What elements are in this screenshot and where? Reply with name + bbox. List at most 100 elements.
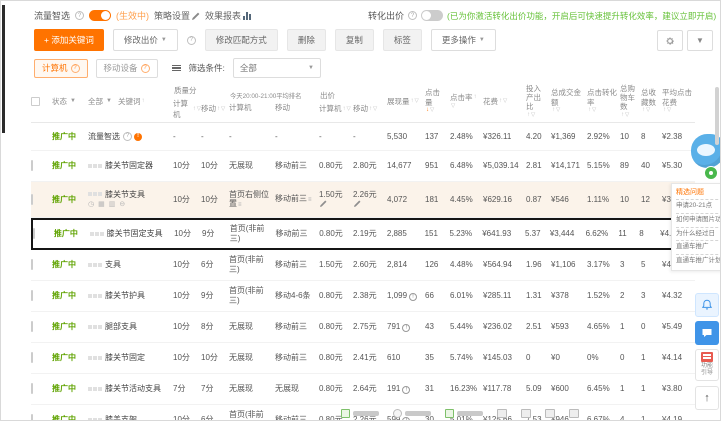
- settings-button[interactable]: [657, 30, 683, 51]
- bid-pc-cell[interactable]: -: [319, 132, 353, 142]
- legend-item[interactable]: [341, 409, 379, 418]
- col-bid-pc-header[interactable]: 计算机 ↑ ▽: [319, 103, 353, 114]
- legend-icon[interactable]: [521, 409, 531, 418]
- faq-item[interactable]: 直通车推广: [676, 240, 720, 254]
- faq-item[interactable]: 如何申请图片功能: [676, 212, 720, 227]
- col-cost-header[interactable]: 花费 ↑ ▽: [483, 81, 526, 122]
- legend-icon[interactable]: [569, 409, 579, 418]
- col-qs-mobile-header[interactable]: 移动 ↑ ▽: [201, 98, 229, 120]
- smart-traffic-toggle[interactable]: [89, 10, 112, 21]
- bid-pc-cell[interactable]: 0.80元: [319, 384, 353, 394]
- table-row[interactable]: 推广中 腿部支具 ? ! ◷ ▦ ▥ ⊖ 10分 8分: [31, 312, 695, 343]
- legend-item[interactable]: [445, 409, 483, 418]
- bid-mobile-cell[interactable]: 2.19元: [353, 229, 387, 239]
- table-row[interactable]: 推广中 膝关节固定 ? ! ◷ ▦ ▥ ⊖ 10分 10分: [31, 343, 695, 374]
- table-row[interactable]: 推广中 膝关节活动支具 ? ! ◷ ▦ ▥ ⊖ 7分 7分: [31, 374, 695, 405]
- table-row[interactable]: 推广中 膝关节护具 ? ! ◷ ▦ ▥ ⊖ 10分 9分: [31, 281, 695, 312]
- col-gmv-header[interactable]: 总成交金额 ↑ ▽: [551, 81, 587, 122]
- copy-button[interactable]: 复制: [334, 29, 374, 51]
- faq-item[interactable]: 申请20-21点: [676, 199, 720, 213]
- legend-icon[interactable]: [545, 409, 555, 418]
- col-impressions-header[interactable]: 展现量 ↑ ▽: [387, 81, 425, 122]
- col-ctr-header[interactable]: 点击率 ↑ ▽: [450, 81, 483, 122]
- row-checkbox[interactable]: [31, 321, 33, 333]
- row-checkbox[interactable]: [33, 228, 35, 240]
- col-roi-header[interactable]: 投入产出比 ↑ ▽: [526, 81, 551, 122]
- help-icon[interactable]: ?: [75, 11, 85, 20]
- table-row[interactable]: 推广中 支具 ? ! ◷ ▦ ▥ ⊖ 10分 6分: [31, 250, 695, 281]
- col-bid-mobile-header[interactable]: 移动 ↑ ▽: [353, 103, 387, 114]
- edit-pencil-icon[interactable]: [354, 200, 361, 207]
- back-to-top-button[interactable]: ↑: [695, 386, 719, 410]
- bid-mobile-cell[interactable]: -: [353, 132, 387, 142]
- table-row[interactable]: 推广中 流量智选 ? ! ◷ ▦ ▥ ⊖ - -: [31, 123, 695, 151]
- more-actions-dropdown[interactable]: 更多操作 ▼: [430, 29, 496, 51]
- table-row[interactable]: 推广中 膝关节支具 ? ! ◷ ▦ ▥ ⊖ 10分 10分: [31, 182, 695, 218]
- notification-bell-button[interactable]: [695, 293, 719, 317]
- col-carts-header[interactable]: 总购物车数 ↑ ▽: [620, 81, 641, 122]
- edit-pencil-icon[interactable]: [320, 200, 327, 207]
- analysis-icon[interactable]: ▦: [98, 201, 105, 209]
- strategy-settings-link[interactable]: 策略设置: [154, 9, 200, 22]
- faq-item[interactable]: 直通车推广计划: [676, 254, 720, 268]
- tag-button[interactable]: 标签: [382, 29, 422, 51]
- row-checkbox[interactable]: [31, 193, 33, 205]
- alert-icon[interactable]: !: [134, 132, 142, 141]
- conversion-bid-toggle[interactable]: [421, 10, 444, 21]
- rank-detail-icon[interactable]: ≡: [238, 202, 242, 208]
- col-qs-pc-header[interactable]: 计算机 ↑ ▽: [173, 98, 201, 120]
- col-cvr-header[interactable]: 点击转化率 ↑ ▽: [587, 81, 620, 122]
- bid-pc-cell[interactable]: 0.80元: [319, 161, 353, 171]
- bid-pc-cell[interactable]: 1.50元: [319, 260, 353, 270]
- feature-guide-button[interactable]: 功能引导: [695, 349, 719, 382]
- col-clicks-header[interactable]: 点击量 ↓ ▽: [425, 81, 450, 122]
- remove-icon[interactable]: ⊖: [119, 201, 125, 209]
- table-row[interactable]: 推广中 膝关节固定支具 ? ! ◷ ▦ ▥ ⊖ 10分 9分: [31, 218, 695, 250]
- col-status-header[interactable]: 状态 ▼: [52, 81, 88, 122]
- rank-detail-icon[interactable]: ≡: [308, 197, 312, 203]
- row-checkbox[interactable]: [31, 259, 33, 271]
- help-icon[interactable]: ?: [408, 11, 418, 20]
- chart-icon[interactable]: ▥: [109, 201, 116, 209]
- bid-mobile-cell[interactable]: 2.80元: [353, 161, 387, 171]
- bid-pc-cell[interactable]: 0.80元: [319, 229, 353, 239]
- chat-button[interactable]: [695, 321, 719, 345]
- low-impression-icon[interactable]: !: [409, 293, 418, 302]
- history-icon[interactable]: ◷: [88, 201, 94, 209]
- filter-chip-mobile[interactable]: 移动设备 ?: [95, 58, 158, 78]
- stat-condition-select[interactable]: 全部 ▼: [232, 58, 321, 78]
- bid-mobile-cell[interactable]: 2.60元: [353, 260, 387, 270]
- low-impression-icon[interactable]: !: [402, 386, 411, 395]
- bid-pc-cell[interactable]: 0.80元: [319, 353, 353, 363]
- col-cpc-header[interactable]: 平均点击花费 ↑ ▽: [662, 81, 695, 122]
- bid-pc-cell[interactable]: 0.80元: [319, 291, 353, 301]
- add-keyword-button[interactable]: + 添加关键词: [34, 29, 104, 51]
- modify-match-button[interactable]: 修改匹配方式: [204, 29, 278, 51]
- table-row[interactable]: 推广中 膝关节固定器 ? ! ◷ ▦ ▥ ⊖ 10分 10分: [31, 151, 695, 182]
- bid-mobile-cell[interactable]: 2.41元: [353, 353, 387, 363]
- row-checkbox[interactable]: [31, 414, 33, 420]
- bid-mobile-cell[interactable]: 2.64元: [353, 384, 387, 394]
- low-impression-icon[interactable]: !: [402, 324, 411, 333]
- modify-bid-dropdown[interactable]: 修改出价 ▼: [112, 29, 178, 51]
- legend-item[interactable]: [393, 409, 431, 418]
- faq-item[interactable]: 为什么经过日: [676, 226, 720, 241]
- select-all-checkbox[interactable]: [31, 97, 40, 106]
- assistant-badge-icon[interactable]: [704, 166, 718, 180]
- bid-pc-cell[interactable]: 0.80元: [319, 322, 353, 332]
- help-icon[interactable]: ?: [123, 132, 132, 141]
- collapse-button[interactable]: ▼: [687, 30, 713, 51]
- bid-pc-cell[interactable]: 1.50元: [319, 190, 353, 209]
- row-checkbox[interactable]: [31, 160, 33, 172]
- scrollbar-thumb[interactable]: [715, 87, 719, 145]
- report-link[interactable]: 效果报表: [205, 9, 252, 22]
- delete-button[interactable]: 删除: [286, 29, 326, 51]
- bid-mobile-cell[interactable]: 2.75元: [353, 322, 387, 332]
- row-checkbox[interactable]: [31, 290, 33, 302]
- filter-chip-pc[interactable]: 计算机 ?: [34, 58, 88, 78]
- bid-mobile-cell[interactable]: 2.38元: [353, 291, 387, 301]
- bid-mobile-cell[interactable]: 2.26元: [353, 190, 387, 209]
- help-icon[interactable]: ?: [186, 35, 196, 45]
- row-checkbox[interactable]: [31, 352, 33, 364]
- col-favs-header[interactable]: 总收藏数 ↑ ▽: [641, 81, 662, 122]
